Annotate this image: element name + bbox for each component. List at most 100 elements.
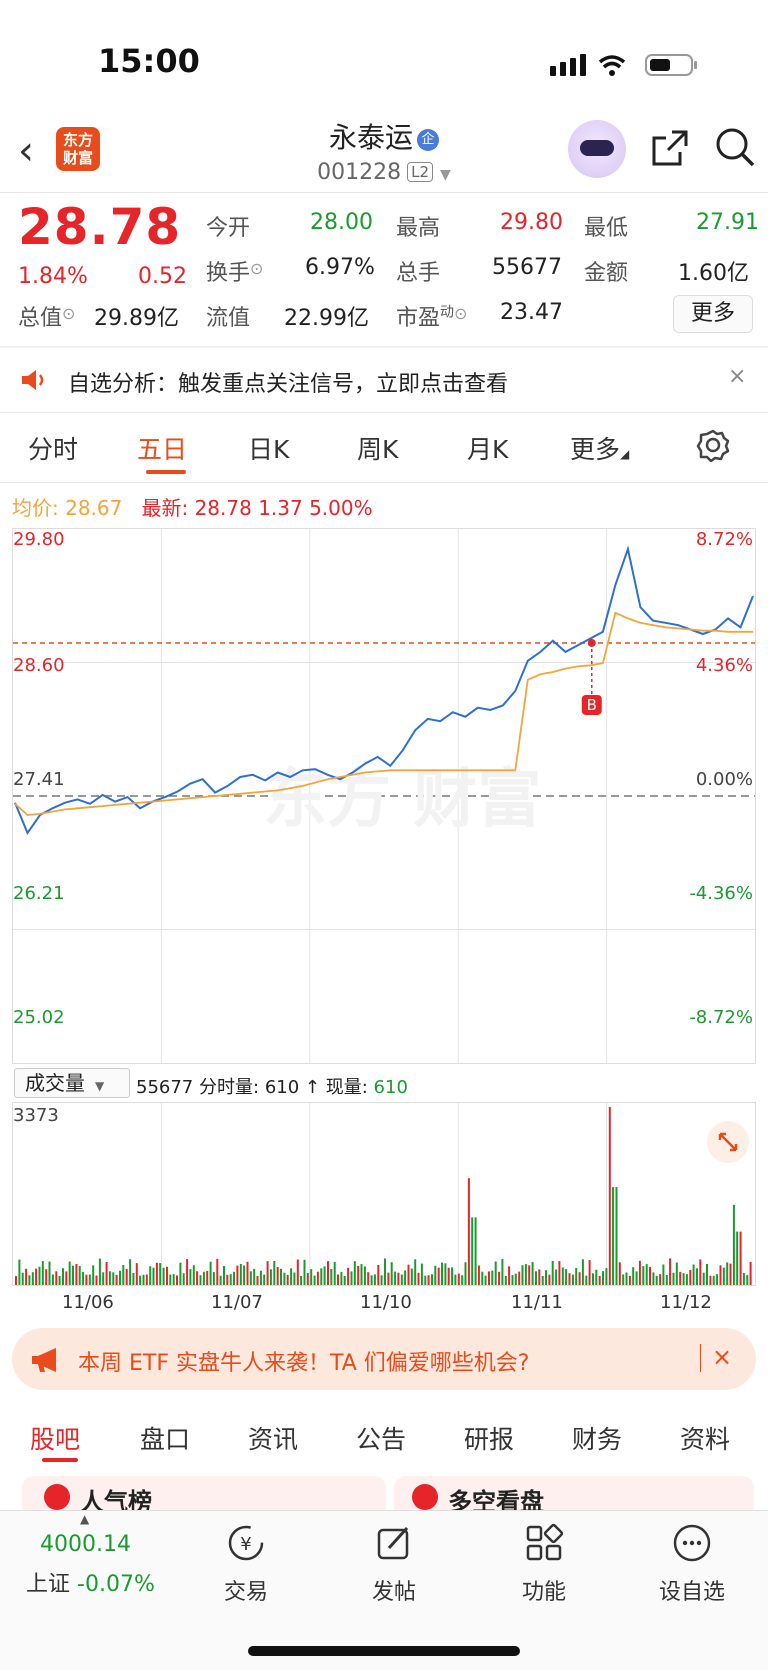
- add-watchlist-button[interactable]: 设自选: [642, 1522, 742, 1606]
- expand-icon[interactable]: [707, 1121, 749, 1163]
- volume-bar: [155, 1262, 158, 1285]
- volume-bar: [706, 1264, 708, 1285]
- value-float-cap: 22.99亿: [284, 306, 369, 331]
- volume-bar: [746, 1275, 749, 1285]
- volume-bar: [719, 1265, 722, 1285]
- volume-bar: [31, 1272, 34, 1285]
- volume-bar: [454, 1274, 457, 1285]
- volume-bar: [565, 1269, 568, 1285]
- settings-gear-icon[interactable]: [696, 428, 730, 462]
- volume-bar: [699, 1259, 702, 1285]
- tab-announcements[interactable]: 公告: [356, 1420, 406, 1456]
- volume-bar: [444, 1263, 447, 1285]
- volume-bar: [521, 1265, 524, 1285]
- tab-research[interactable]: 研报: [464, 1420, 514, 1456]
- tab-five-day[interactable]: 五日: [137, 430, 187, 466]
- notice-text[interactable]: 自选分析：触发重点关注信号，立即点击查看: [68, 366, 508, 398]
- y-right-4: -8.72%: [689, 1007, 753, 1028]
- tab-daily-k[interactable]: 日K: [248, 430, 289, 466]
- x-label-2: 11/10: [360, 1292, 412, 1313]
- index-line[interactable]: 上证 -0.07%: [26, 1566, 155, 1598]
- volume-bar: [373, 1274, 376, 1285]
- grid-icon: [526, 1523, 564, 1561]
- volume-bar: [139, 1275, 142, 1285]
- volume-bar: [481, 1271, 484, 1285]
- volume-bar: [370, 1275, 373, 1285]
- volume-bar: [152, 1267, 155, 1285]
- volume-bar: [662, 1264, 665, 1285]
- y-left-0: 29.80: [13, 529, 65, 550]
- functions-button[interactable]: 功能: [494, 1522, 594, 1606]
- volume-bar: [202, 1271, 205, 1285]
- tab-finance[interactable]: 财务: [572, 1420, 622, 1456]
- watermark: 东方 财富: [263, 763, 541, 837]
- trade-button[interactable]: ¥ 交易: [196, 1522, 296, 1606]
- volume-bar: [682, 1273, 685, 1285]
- volume-bar: [628, 1275, 631, 1285]
- post-button[interactable]: 发帖: [344, 1522, 444, 1606]
- volume-bar: [461, 1275, 464, 1285]
- volume-bar: [501, 1258, 504, 1285]
- volume-bar: [65, 1271, 68, 1285]
- y-right-0: 8.72%: [695, 529, 753, 550]
- banner-close-icon[interactable]: ×: [712, 1343, 732, 1371]
- x-label-3: 11/11: [511, 1292, 563, 1313]
- volume-bar: [327, 1261, 329, 1285]
- volume-bar: [135, 1263, 138, 1285]
- volume-bar: [716, 1274, 719, 1285]
- tab-orderbook[interactable]: 盘口: [140, 1420, 190, 1456]
- volume-bar: [88, 1274, 91, 1285]
- x-label-1: 11/07: [211, 1292, 263, 1313]
- volume-bar: [514, 1273, 517, 1285]
- corner-arrow-icon: ◢: [620, 447, 630, 461]
- volume-bar: [605, 1268, 608, 1285]
- tab-news[interactable]: 资讯: [248, 1420, 298, 1456]
- tab-intraday[interactable]: 分时: [28, 430, 78, 466]
- volume-bar: [427, 1275, 430, 1285]
- tab-profile[interactable]: 资料: [680, 1420, 730, 1456]
- volume-bar: [635, 1271, 638, 1285]
- volume-bar: [722, 1267, 725, 1285]
- volume-bar: [649, 1266, 651, 1285]
- volume-bar: [655, 1275, 658, 1285]
- volume-bar: [280, 1268, 282, 1285]
- card-long-short[interactable]: 多空看盘: [394, 1476, 754, 1516]
- indicator-select[interactable]: 成交量 ▼: [14, 1068, 130, 1098]
- price-chart[interactable]: 东方 财富 B 29.80 28.60 27.41 26.21 25.02 8.…: [12, 528, 756, 1064]
- volume-bar: [182, 1273, 185, 1285]
- tab-weekly-k[interactable]: 周K: [357, 430, 398, 466]
- x-label-0: 11/06: [62, 1292, 114, 1313]
- search-icon[interactable]: [714, 126, 756, 168]
- card-popularity[interactable]: 人气榜: [22, 1476, 386, 1516]
- volume-info: 55677 分时量: 610 ↑ 现量: 610: [136, 1077, 408, 1098]
- volume-bar: [685, 1274, 688, 1285]
- info-icon[interactable]: ⊙: [250, 259, 263, 278]
- tab-guba[interactable]: 股吧: [30, 1420, 80, 1456]
- volume-chart[interactable]: 3373: [12, 1102, 756, 1286]
- info-icon[interactable]: ⊙: [62, 304, 75, 323]
- share-icon[interactable]: [650, 128, 690, 168]
- volume-bar: [276, 1267, 279, 1285]
- tab-monthly-k[interactable]: 月K: [467, 430, 508, 466]
- ai-assistant-avatar[interactable]: [568, 120, 626, 178]
- volume-bar: [548, 1274, 551, 1285]
- home-indicator: [248, 1646, 520, 1656]
- volume-bar: [669, 1258, 672, 1285]
- chart-stats: 均价: 28.67 最新: 28.78 1.37 5.00%: [12, 492, 373, 521]
- volume-bar: [347, 1267, 350, 1285]
- volume-bar: [206, 1270, 209, 1285]
- info-icon[interactable]: ⊙: [454, 304, 467, 323]
- index-value[interactable]: 4000.14: [40, 1532, 131, 1557]
- tab-more[interactable]: 更多◢: [570, 430, 629, 466]
- promo-banner-text[interactable]: 本周 ETF 实盘牛人来袭！TA 们偏爱哪些机会?: [78, 1345, 529, 1377]
- y-right-3: -4.36%: [689, 883, 753, 904]
- label-amount: 金额: [584, 261, 629, 286]
- volume-bar: [316, 1271, 319, 1285]
- volume-bar: [696, 1268, 698, 1285]
- notice-close-icon[interactable]: ×: [728, 364, 746, 389]
- volume-bar: [588, 1260, 591, 1285]
- more-quote-button[interactable]: 更多: [673, 295, 753, 333]
- volume-bar: [531, 1262, 534, 1285]
- volume-bar: [38, 1266, 41, 1285]
- quote-divider: [0, 346, 768, 348]
